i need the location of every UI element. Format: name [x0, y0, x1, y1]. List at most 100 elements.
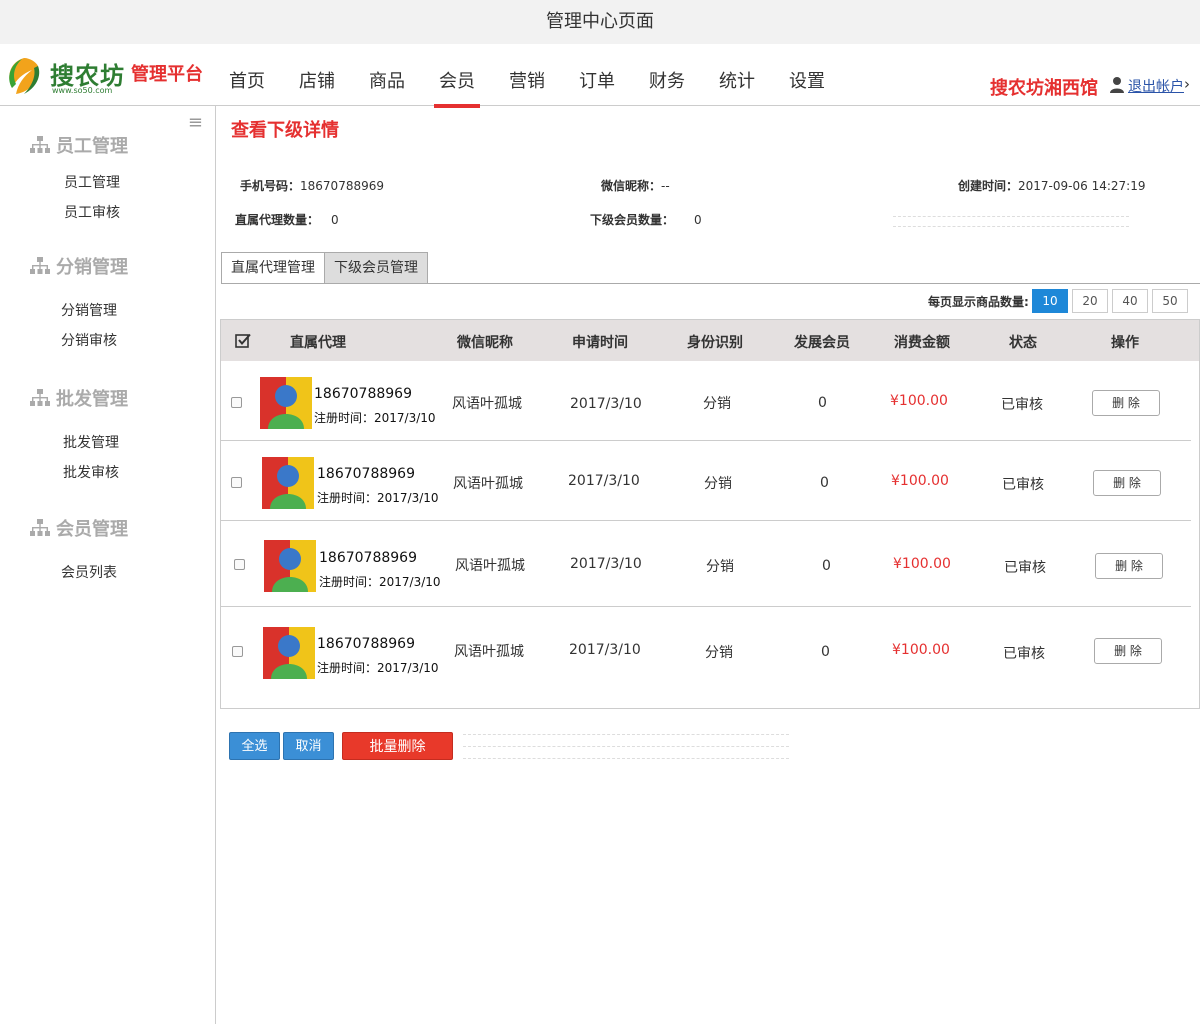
- select-all-button[interactable]: 全选: [229, 732, 280, 760]
- nav-members[interactable]: 会员: [422, 44, 492, 108]
- logo-url: www.so50.com: [52, 86, 113, 95]
- avatar: [263, 627, 315, 679]
- sidebar-group-wholesale[interactable]: 批发管理: [30, 385, 128, 411]
- logout-link[interactable]: 退出帐户: [1128, 76, 1184, 96]
- top-navigation: 搜农坊 www.so50.com 管理平台 首页 店铺 商品 会员 营销 订单 …: [0, 44, 1200, 108]
- per-page-option-20[interactable]: 20: [1072, 289, 1108, 313]
- info-direct-count: 直属代理数量： 0: [235, 211, 339, 228]
- avatar: [262, 457, 314, 509]
- member-status: 已审核: [1003, 646, 1045, 662]
- member-spend-amount: ¥100.00: [890, 393, 948, 409]
- row-checkbox[interactable]: [232, 646, 243, 657]
- sidebar-group-title: 分销管理: [56, 257, 128, 278]
- menu-toggle-icon[interactable]: ≡: [188, 112, 203, 133]
- per-page-option-50[interactable]: 50: [1152, 289, 1188, 313]
- info-nickname-value: --: [661, 179, 670, 193]
- member-developed-count: 0: [821, 644, 830, 660]
- info-direct-label: 直属代理数量：: [235, 213, 320, 227]
- info-sub-count: 下级会员数量： 0: [590, 211, 702, 228]
- page-title: 查看下级详情: [231, 120, 339, 141]
- tab-sub-members[interactable]: 下级会员管理: [325, 252, 428, 284]
- divider: [893, 216, 1129, 217]
- sidebar-group-distribution[interactable]: 分销管理: [30, 253, 128, 279]
- member-role: 分销: [703, 396, 731, 412]
- user-icon: [1110, 77, 1124, 93]
- member-developed-count: 0: [820, 475, 829, 491]
- sidebar-group-title: 员工管理: [56, 136, 128, 157]
- member-phone: 18670788969: [317, 466, 415, 482]
- nav-goods[interactable]: 商品: [352, 44, 422, 106]
- member-role: 分销: [704, 476, 732, 492]
- delete-button[interactable]: 删 除: [1095, 553, 1163, 579]
- cancel-button[interactable]: 取消: [283, 732, 334, 760]
- row-checkbox[interactable]: [231, 397, 242, 408]
- per-page-option-10[interactable]: 10: [1032, 289, 1068, 313]
- per-page-label: 每页显示商品数量:: [928, 295, 1029, 309]
- org-chart-icon: [30, 519, 50, 536]
- org-chart-icon: [30, 257, 50, 274]
- member-developed-count: 0: [818, 395, 827, 411]
- check-all-icon[interactable]: [235, 333, 251, 348]
- member-spend-amount: ¥100.00: [892, 642, 950, 658]
- nav-orders[interactable]: 订单: [562, 44, 632, 106]
- sidebar-link-staff-manage[interactable]: 员工管理: [64, 172, 120, 192]
- sidebar-link-distribution-manage[interactable]: 分销管理: [61, 300, 117, 320]
- logo-leaf-icon: [9, 58, 40, 94]
- column-header: 消费金额: [894, 335, 950, 351]
- delete-button[interactable]: 删 除: [1093, 470, 1161, 496]
- member-apply-date: 2017/3/10: [569, 642, 641, 658]
- org-chart-icon: [30, 136, 50, 153]
- window-title: 管理中心页面: [0, 0, 1200, 44]
- member-status: 已审核: [1002, 477, 1044, 493]
- nav-store[interactable]: 店铺: [282, 44, 352, 106]
- info-created: 创建时间：2017-09-06 14:27:19: [958, 177, 1145, 194]
- column-header: 状态: [1009, 335, 1037, 351]
- per-page-option-40[interactable]: 40: [1112, 289, 1148, 313]
- member-spend-amount: ¥100.00: [891, 473, 949, 489]
- row-checkbox[interactable]: [231, 477, 242, 488]
- column-header: 身份识别: [687, 335, 743, 351]
- sidebar-link-distribution-review[interactable]: 分销审核: [61, 330, 117, 350]
- divider: [893, 226, 1129, 227]
- member-phone: 18670788969: [319, 550, 417, 566]
- nav-finance[interactable]: 财务: [632, 44, 702, 106]
- delete-button[interactable]: 删 除: [1094, 638, 1162, 664]
- avatar: [260, 377, 312, 429]
- info-created-value: 2017-09-06 14:27:19: [1018, 179, 1146, 193]
- column-header: 发展会员: [794, 335, 850, 351]
- member-role: 分销: [706, 559, 734, 575]
- column-header: 直属代理: [290, 335, 346, 351]
- delete-button[interactable]: 删 除: [1092, 390, 1160, 416]
- member-register-time: 注册时间：2017/3/10: [317, 491, 439, 505]
- column-header: 微信昵称: [457, 335, 513, 351]
- sidebar-link-member-list[interactable]: 会员列表: [61, 562, 117, 582]
- brand-logo[interactable]: 搜农坊 www.so50.com: [2, 52, 132, 100]
- info-direct-value: 0: [331, 213, 339, 227]
- sidebar-group-members[interactable]: 会员管理: [30, 515, 128, 541]
- sidebar-group-staff[interactable]: 员工管理: [30, 132, 128, 158]
- member-nickname: 风语叶孤城: [453, 476, 523, 492]
- nav-stats[interactable]: 统计: [702, 44, 772, 106]
- tab-direct-agents[interactable]: 直属代理管理: [221, 252, 325, 284]
- member-table: 直属代理 微信昵称 申请时间 身份识别 发展会员 消费金额 状态 操作 1867…: [220, 319, 1200, 709]
- nav-home[interactable]: 首页: [212, 44, 282, 106]
- table-header: 直属代理 微信昵称 申请时间 身份识别 发展会员 消费金额 状态 操作: [221, 320, 1199, 361]
- store-name: 搜农坊湘西馆: [990, 78, 1098, 99]
- table-row: 18670788969 注册时间：2017/3/10 风语叶孤城 2017/3/…: [221, 521, 1191, 607]
- member-status: 已审核: [1001, 397, 1043, 413]
- member-apply-date: 2017/3/10: [570, 556, 642, 572]
- row-checkbox[interactable]: [234, 559, 245, 570]
- batch-delete-button[interactable]: 批量删除: [342, 732, 453, 760]
- nav-settings[interactable]: 设置: [772, 44, 842, 106]
- sidebar-link-wholesale-review[interactable]: 批发审核: [63, 462, 119, 482]
- chevron-right-icon: ›: [1184, 75, 1190, 93]
- info-nickname-label: 微信昵称：: [601, 179, 662, 193]
- table-row: 18670788969 注册时间：2017/3/10 风语叶孤城 2017/3/…: [221, 361, 1191, 441]
- member-nickname: 风语叶孤城: [454, 644, 524, 660]
- table-row: 18670788969 注册时间：2017/3/10 风语叶孤城 2017/3/…: [221, 441, 1191, 521]
- nav-marketing[interactable]: 营销: [492, 44, 562, 106]
- sidebar-group-title: 批发管理: [56, 389, 128, 410]
- sidebar-link-staff-review[interactable]: 员工审核: [64, 202, 120, 222]
- info-created-label: 创建时间：: [958, 179, 1019, 193]
- sidebar-link-wholesale-manage[interactable]: 批发管理: [63, 432, 119, 452]
